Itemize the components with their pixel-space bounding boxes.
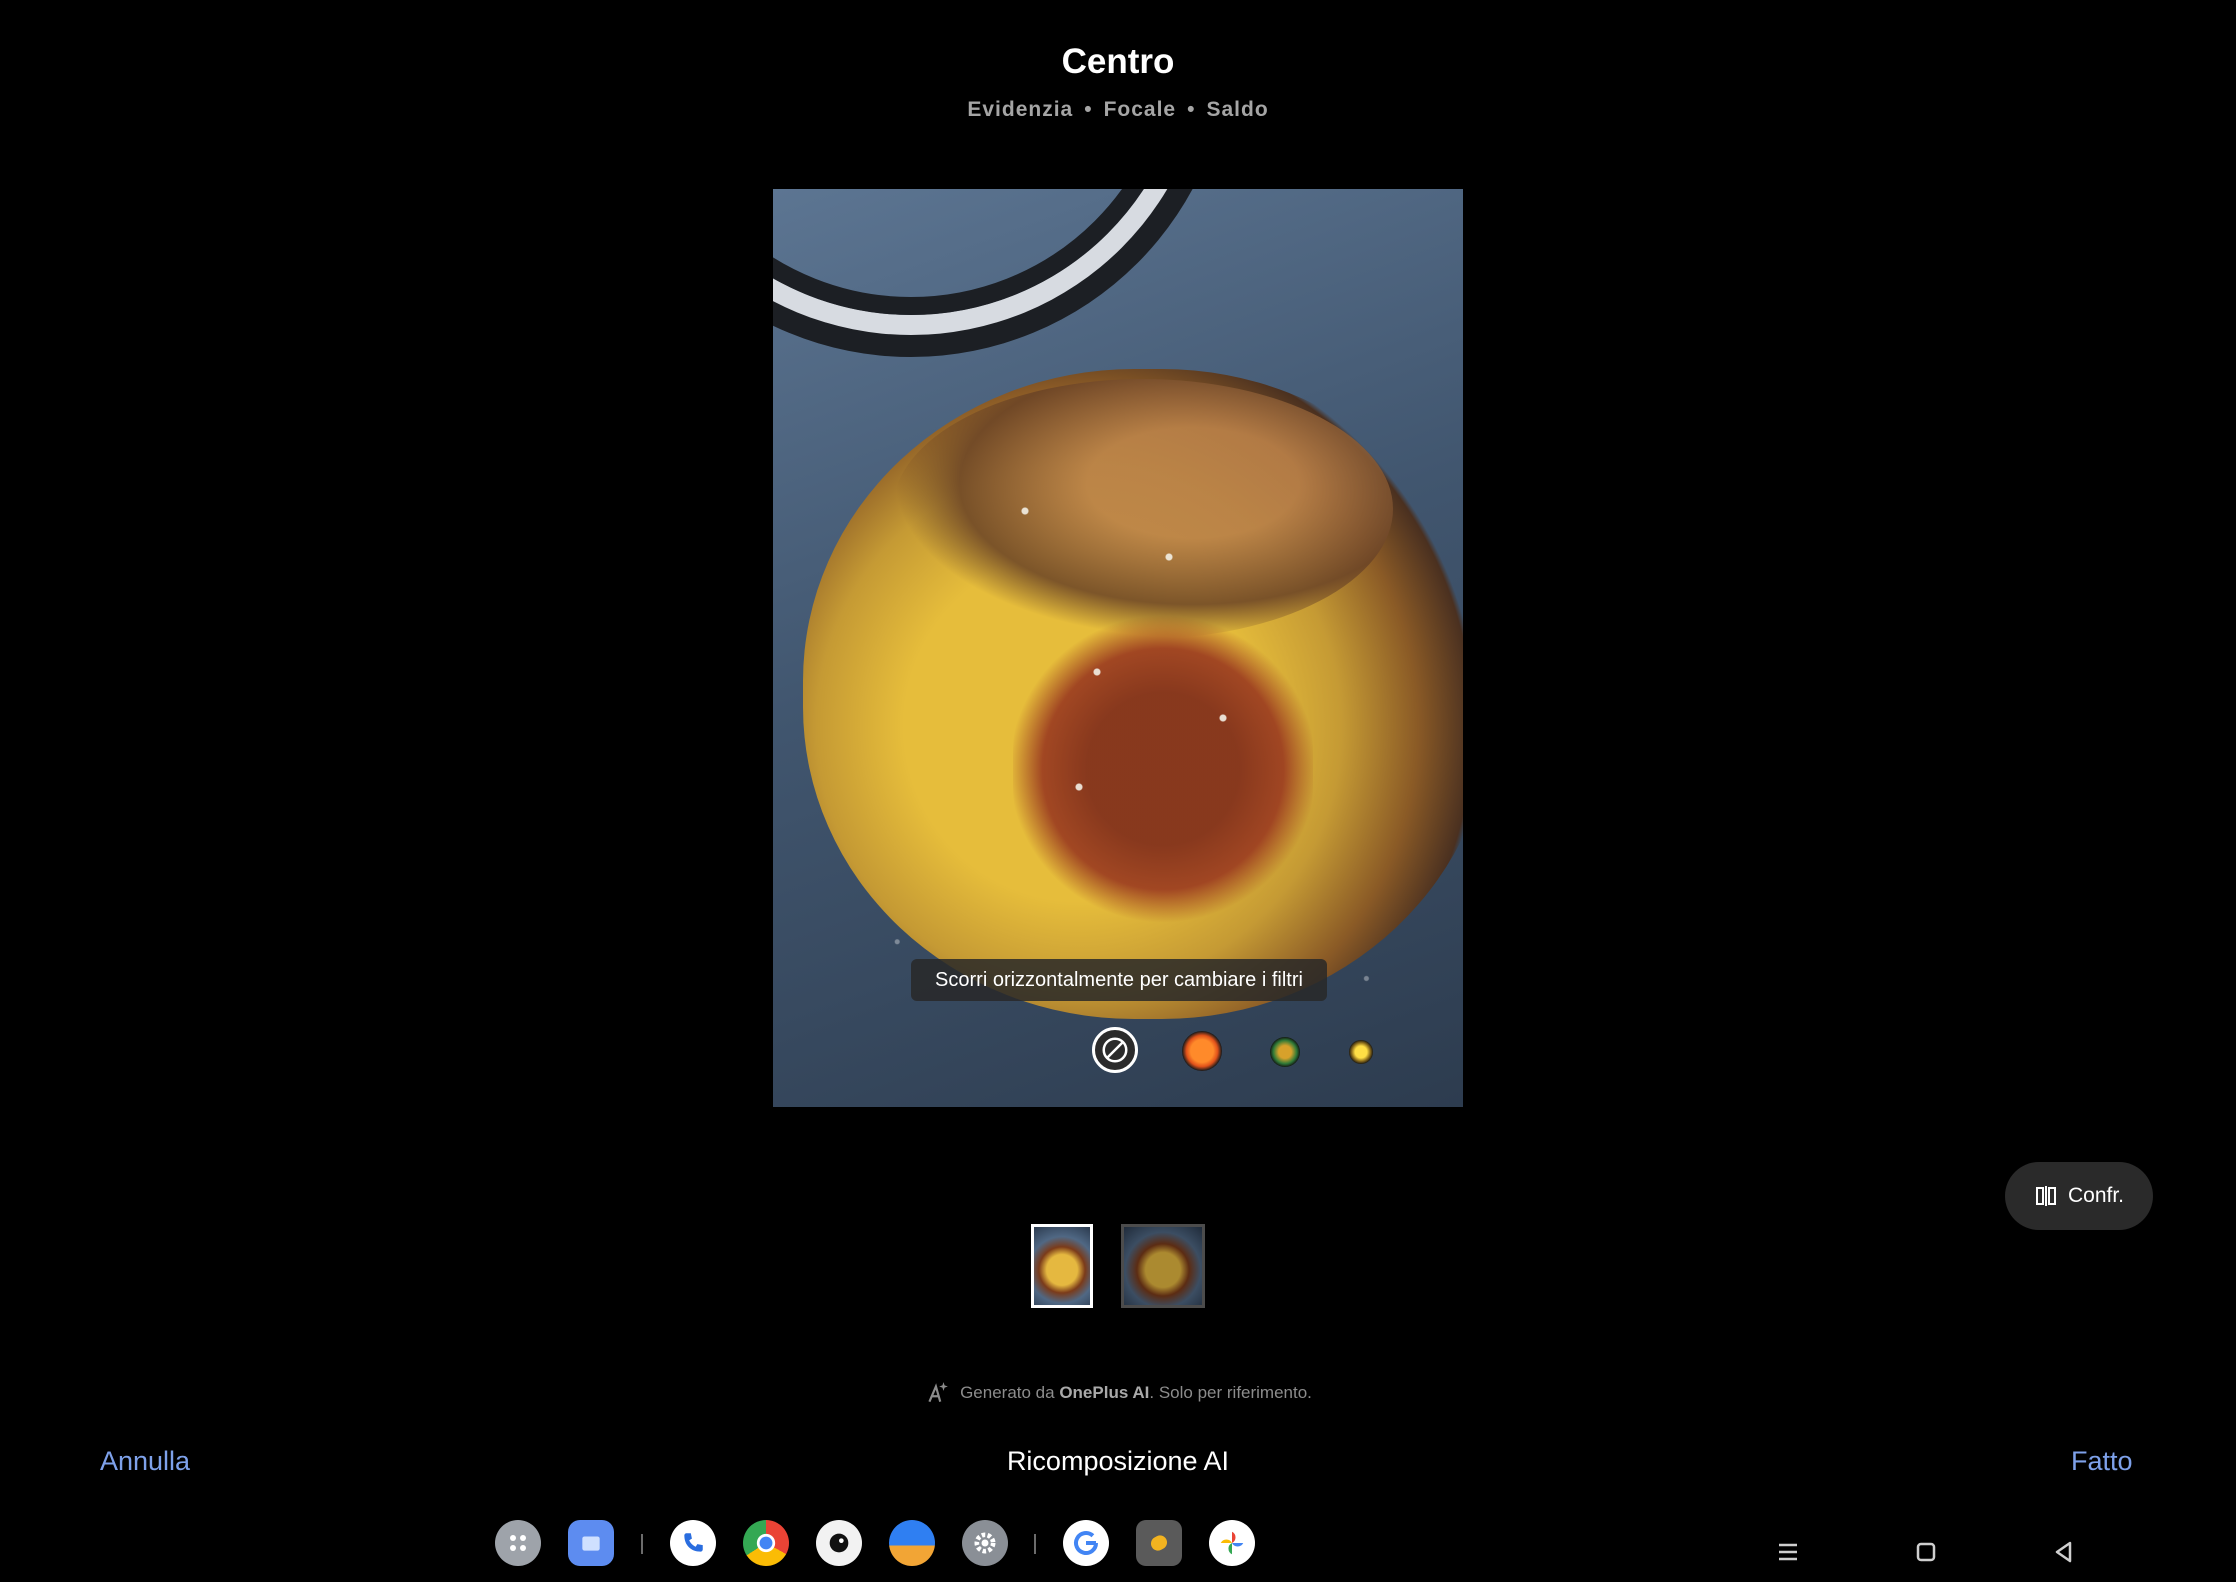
thumbnail-original[interactable] — [1121, 1224, 1205, 1308]
google-icon[interactable] — [1063, 1520, 1109, 1566]
back-button[interactable] — [2048, 1536, 2080, 1568]
separator-dot: • — [1084, 98, 1093, 121]
filter-green-button[interactable] — [1270, 1037, 1300, 1067]
ai-disclaimer: Generato da OnePlus AI. Solo per riferim… — [0, 1380, 2236, 1406]
result-thumbnails — [0, 1224, 2236, 1308]
swipe-hint: Scorri orizzontalmente per cambiare i fi… — [911, 959, 1327, 1001]
separator-dot: • — [1187, 98, 1196, 121]
filter-selector — [0, 1027, 2236, 1079]
header: Centro Evidenzia • Focale • Saldo — [0, 42, 2236, 122]
dock-divider — [1034, 1534, 1036, 1554]
dock-divider — [641, 1534, 643, 1554]
weather-icon[interactable] — [889, 1520, 935, 1566]
ai-disclaimer-text: Generato da OnePlus AI. Solo per riferim… — [960, 1383, 1312, 1402]
compare-icon — [2035, 1186, 2056, 1206]
done-button[interactable]: Fatto — [2071, 1446, 2133, 1477]
page-title: Centro — [1061, 42, 1175, 81]
pan-graphic — [773, 189, 1189, 315]
option-list: Evidenzia • Focale • Saldo — [0, 98, 2236, 122]
clipboard-icon[interactable] — [1136, 1520, 1182, 1566]
recents-button[interactable] — [1772, 1536, 1804, 1568]
bottom-title: Ricomposizione AI — [1006, 1446, 1230, 1476]
photos-icon[interactable] — [1209, 1520, 1255, 1566]
phone-icon[interactable] — [670, 1520, 716, 1566]
no-filter-icon — [1102, 1037, 1128, 1063]
filter-yellow-button[interactable] — [1349, 1040, 1373, 1064]
compare-label: Confr. — [2067, 1184, 2125, 1207]
chrome-icon[interactable] — [743, 1520, 789, 1566]
app-drawer-icon[interactable] — [495, 1520, 541, 1566]
cheese-graphic — [953, 419, 1313, 879]
taskbar — [0, 1520, 2236, 1566]
files-icon[interactable] — [568, 1520, 614, 1566]
home-button[interactable] — [1910, 1536, 1942, 1568]
camera-icon[interactable] — [816, 1520, 862, 1566]
ai-sparkle-icon — [928, 1382, 948, 1403]
option-focale[interactable]: Focale — [1104, 98, 1177, 121]
filter-orange-button[interactable] — [1182, 1031, 1222, 1071]
thumbnail-selected[interactable] — [1031, 1224, 1093, 1308]
settings-icon[interactable] — [962, 1520, 1008, 1566]
option-saldo[interactable]: Saldo — [1206, 98, 1268, 121]
option-evidenzia[interactable]: Evidenzia — [967, 98, 1073, 121]
filter-none-button[interactable] — [1092, 1027, 1138, 1073]
compare-button[interactable]: Confr. — [2005, 1162, 2153, 1230]
